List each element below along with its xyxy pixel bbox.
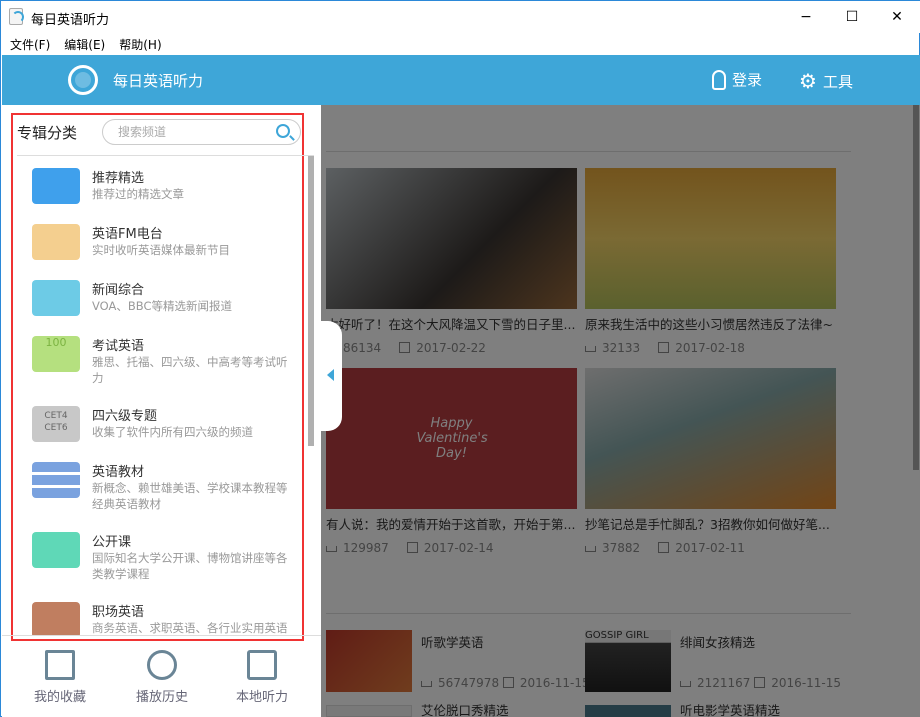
tools-label: 工具: [822, 72, 853, 91]
folder-download-icon: [247, 650, 277, 680]
menu-file[interactable]: 文件(F): [10, 36, 50, 53]
divider: [2, 635, 321, 636]
search-input[interactable]: 搜索频道: [102, 119, 301, 145]
login-button[interactable]: 登录: [712, 69, 762, 90]
bookmark-star-icon: [45, 650, 75, 680]
dim-overlay[interactable]: [321, 105, 920, 717]
main-scrollbar[interactable]: [913, 105, 919, 470]
category-list: 推荐精选 推荐过的精选文章 英语FM电台 实时收听英语媒体最新节目 新闻综合 VOA、…: [12, 156, 302, 636]
minimize-button[interactable]: −: [783, 1, 829, 33]
category-label: 专辑分类: [17, 124, 78, 142]
briefcase-icon: [32, 602, 80, 636]
menu-help[interactable]: 帮助(H): [119, 36, 161, 53]
logo-icon: [68, 65, 98, 95]
app-window: 每日英语听力 − ☐ ✕ 文件(F) 编辑(E) 帮助(H) 每日英语听力 登录…: [0, 0, 920, 717]
app-header: 每日英语听力 登录 ⚙ 工具: [2, 55, 920, 105]
category-sidebar: 专辑分类 搜索频道 推荐精选 推荐过的精选文章 英语FM电台 实时收听英语媒体最新节…: [2, 105, 321, 717]
favorites-button[interactable]: 我的收藏: [15, 650, 105, 705]
graduation-cap-icon: [32, 532, 80, 568]
gear-icon: ⚙: [799, 69, 817, 93]
textbook-icon: [32, 462, 80, 498]
tools-button[interactable]: ⚙ 工具: [799, 69, 853, 93]
history-button[interactable]: 播放历史: [117, 650, 207, 705]
radio-icon: [32, 224, 80, 260]
close-button[interactable]: ✕: [874, 1, 920, 33]
featured-icon: [32, 168, 80, 204]
exam-icon: 100: [32, 336, 80, 372]
local-audio-button[interactable]: 本地听力: [217, 650, 307, 705]
news-icon: [32, 280, 80, 316]
collapse-sidebar-toggle[interactable]: [321, 321, 342, 431]
app-title: 每日英语听力: [113, 72, 204, 90]
title-bar: 每日英语听力 − ☐ ✕: [1, 1, 920, 33]
maximize-button[interactable]: ☐: [829, 1, 875, 33]
search-icon[interactable]: [276, 124, 290, 138]
app-icon: [9, 8, 24, 25]
sidebar-scrollbar[interactable]: [308, 156, 314, 446]
login-label: 登录: [732, 71, 763, 89]
cet-icon: CET4 CET6: [32, 406, 80, 442]
search-placeholder: 搜索频道: [118, 125, 167, 139]
clock-icon: [147, 650, 177, 680]
window-title: 每日英语听力: [31, 13, 110, 28]
menu-edit[interactable]: 编辑(E): [64, 36, 105, 53]
user-icon: [712, 69, 726, 90]
menu-bar: 文件(F) 编辑(E) 帮助(H): [1, 33, 920, 55]
